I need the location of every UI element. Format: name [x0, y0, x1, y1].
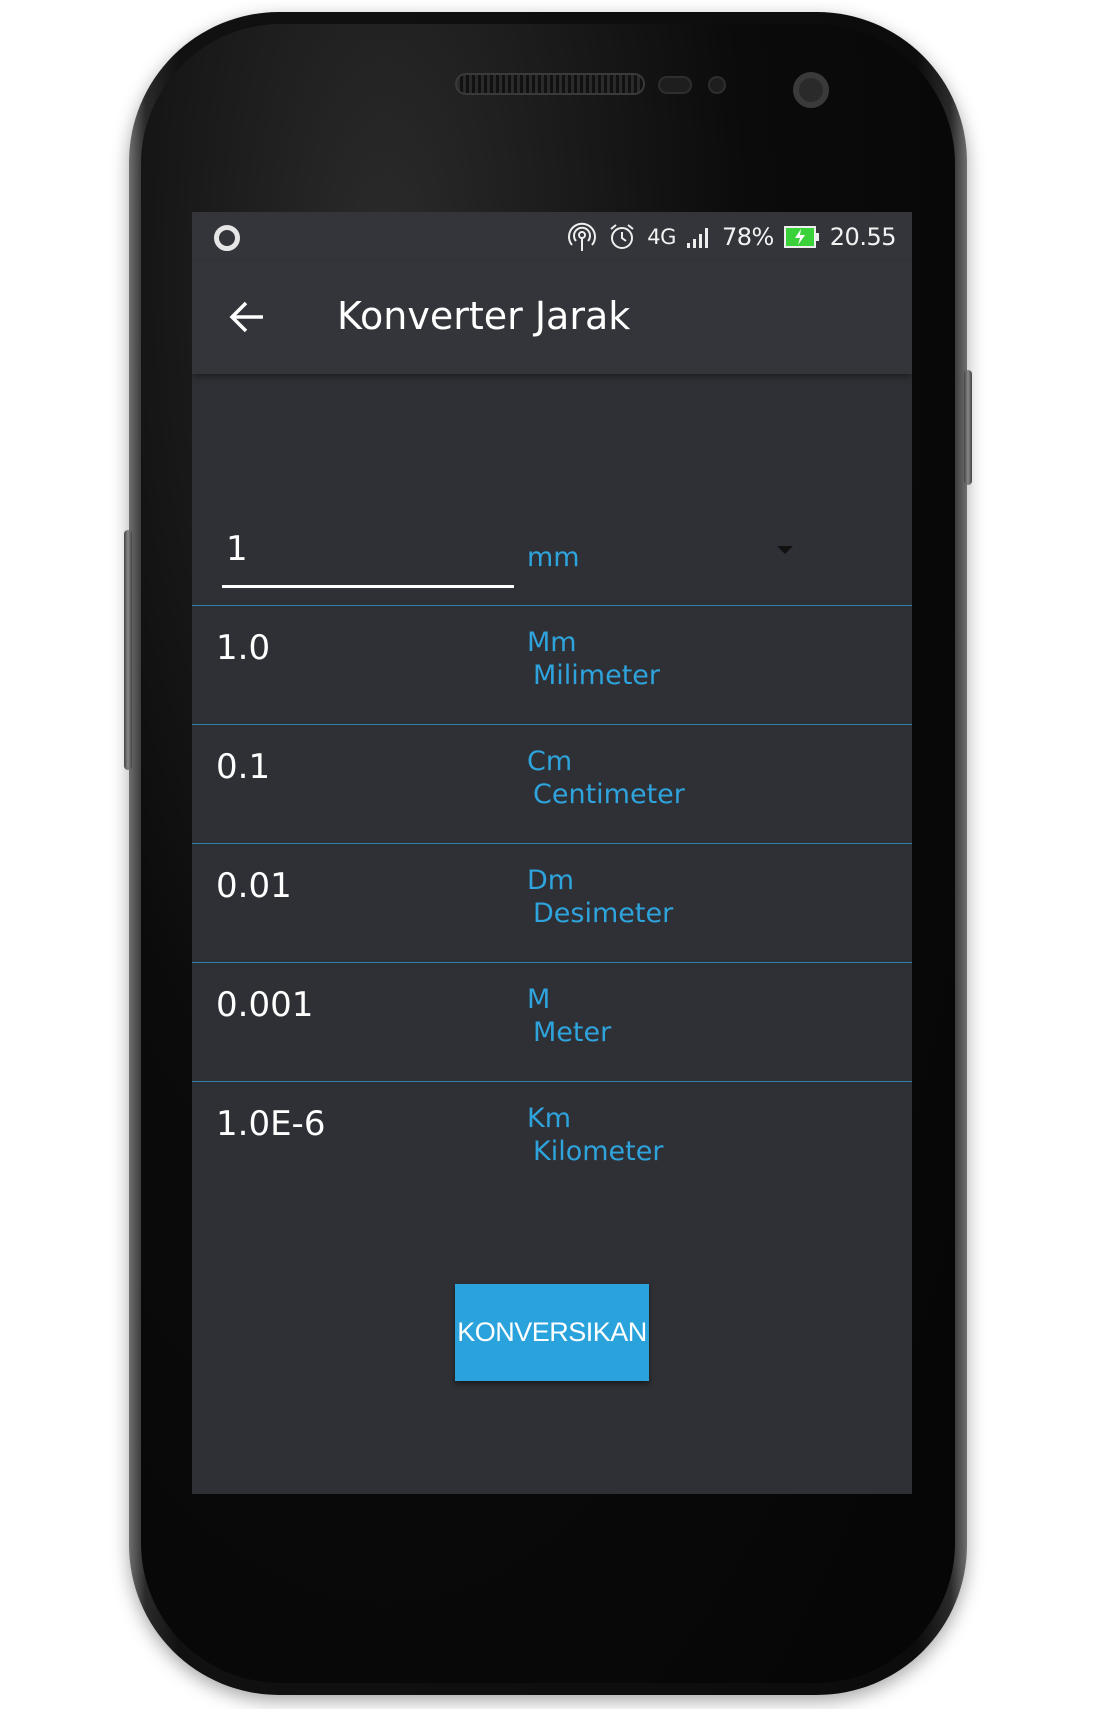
app-screen: 4G 78% 20.55 Konverter Jarak 1 mm 1.0 Mm…	[192, 212, 912, 1494]
result-value: 1.0	[216, 628, 271, 668]
light-sensor	[708, 76, 726, 94]
signal-icon	[686, 228, 708, 248]
unit-dropdown-value: mm	[527, 542, 580, 573]
unit-name: Milimeter	[533, 660, 661, 691]
result-unit: Cm Centimeter	[527, 745, 685, 811]
unit-abbreviation: M	[527, 984, 551, 1015]
battery-charging-icon	[783, 226, 819, 248]
unit-name: Centimeter	[533, 779, 685, 810]
unit-abbreviation: Km	[527, 1103, 572, 1134]
result-row: 1.0E-6 Km Kilometer	[192, 1081, 912, 1200]
result-value: 0.1	[216, 747, 271, 787]
result-unit: Dm Desimeter	[527, 864, 673, 930]
result-row: 1.0 Mm Milimeter	[192, 605, 912, 724]
volume-button	[124, 530, 132, 770]
front-camera	[793, 72, 829, 108]
result-unit: M Meter	[527, 983, 611, 1049]
network-type: 4G	[647, 225, 676, 249]
clock: 20.55	[829, 223, 897, 251]
notification-icon	[214, 225, 240, 251]
result-value: 1.0E-6	[216, 1104, 326, 1144]
proximity-sensor	[658, 76, 692, 94]
unit-abbreviation: Mm	[527, 627, 577, 658]
result-value: 0.001	[216, 985, 314, 1025]
back-button[interactable]	[222, 292, 272, 342]
unit-dropdown[interactable]: mm	[527, 534, 802, 578]
alarm-icon	[610, 224, 634, 249]
unit-abbreviation: Cm	[527, 746, 573, 777]
unit-name: Meter	[533, 1017, 612, 1048]
battery-percent: 78%	[721, 223, 774, 251]
status-icons: 4G 78% 20.55	[567, 221, 897, 253]
result-unit: Km Kilometer	[527, 1102, 663, 1168]
result-row: 0.1 Cm Centimeter	[192, 724, 912, 843]
distance-input[interactable]: 1	[222, 524, 514, 588]
hotspot-icon	[568, 222, 597, 251]
unit-name: Desimeter	[533, 898, 674, 929]
unit-name: Kilometer	[533, 1136, 664, 1167]
result-unit: Mm Milimeter	[527, 626, 660, 692]
status-bar: 4G 78% 20.55	[192, 212, 912, 262]
result-row: 0.01 Dm Desimeter	[192, 843, 912, 962]
power-button	[964, 370, 972, 485]
dropdown-caret-icon[interactable]	[775, 540, 795, 560]
result-value: 0.01	[216, 866, 292, 906]
result-row: 0.001 M Meter	[192, 962, 912, 1081]
earpiece-speaker	[455, 73, 645, 95]
unit-abbreviation: Dm	[527, 865, 575, 896]
results-list: 1.0 Mm Milimeter 0.1 Cm Centimeter 0.01 …	[192, 605, 912, 1200]
arrow-back-icon	[229, 301, 263, 333]
convert-button[interactable]: KONVERSIKAN	[455, 1284, 649, 1381]
page-title: Konverter Jarak	[337, 294, 631, 338]
app-toolbar: Konverter Jarak	[192, 262, 912, 374]
